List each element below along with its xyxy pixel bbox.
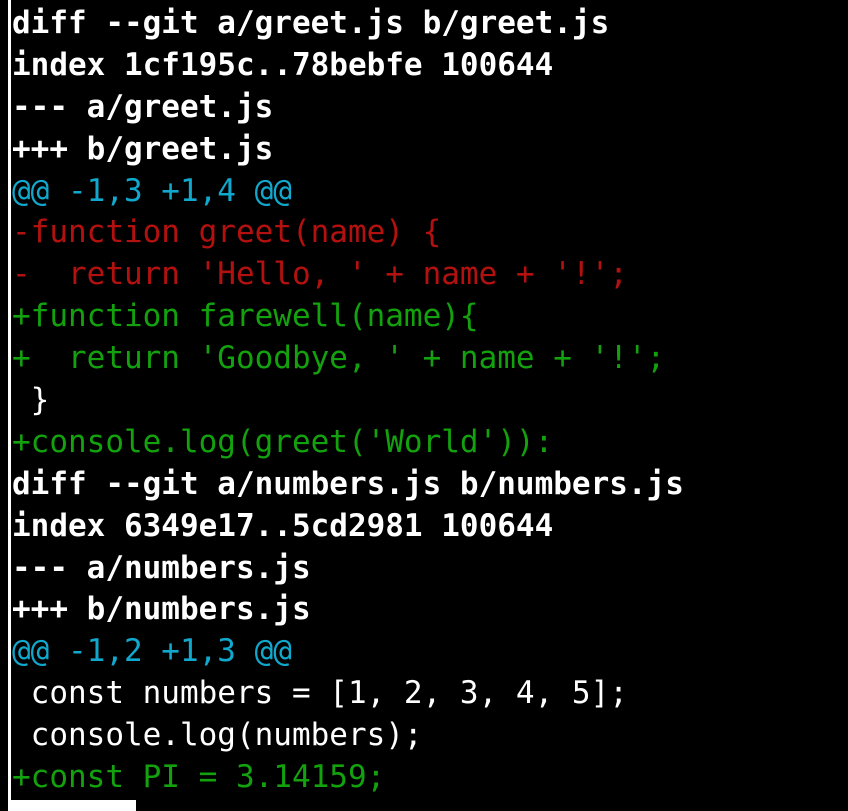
diff-header-line: diff --git a/greet.js b/greet.js: [12, 5, 610, 41]
index-line: index 1cf195c..78bebfe 100644: [12, 46, 554, 83]
old-file-line: --- a/numbers.js: [12, 549, 311, 586]
added-line: + return 'Goodbye, ' + name + '!';: [12, 340, 666, 377]
diff-output: diff --git a/greet.js b/greet.js index 1…: [12, 3, 684, 799]
pager-prompt: [8, 800, 136, 811]
deleted-line: - return 'Hello, ' + name + '!';: [12, 256, 628, 293]
hunk-header-line: @@ -1,2 +1,3 @@: [12, 633, 292, 670]
hunk-header-line: @@ -1,3 +1,4 @@: [12, 172, 292, 209]
context-line: }: [12, 382, 50, 419]
context-line: console.log(numbers);: [12, 717, 423, 754]
new-file-line: +++ b/greet.js: [12, 130, 274, 167]
terminal-window[interactable]: diff --git a/greet.js b/greet.js index 1…: [0, 0, 848, 811]
diff-header-line: diff --git a/numbers.js b/numbers.js: [12, 465, 684, 502]
deleted-line: -function greet(name) {: [12, 214, 442, 251]
old-file-line: --- a/greet.js: [12, 88, 274, 125]
context-line: const numbers = [1, 2, 3, 4, 5];: [12, 675, 628, 712]
index-line: index 6349e17..5cd2981 100644: [12, 507, 554, 544]
terminal-left-border: [8, 0, 11, 811]
added-line: +function farewell(name){: [12, 298, 479, 335]
added-line: +const PI = 3.14159;: [12, 759, 386, 796]
added-line: +console.log(greet('World')):: [12, 423, 554, 460]
new-file-line: +++ b/numbers.js: [12, 591, 311, 628]
